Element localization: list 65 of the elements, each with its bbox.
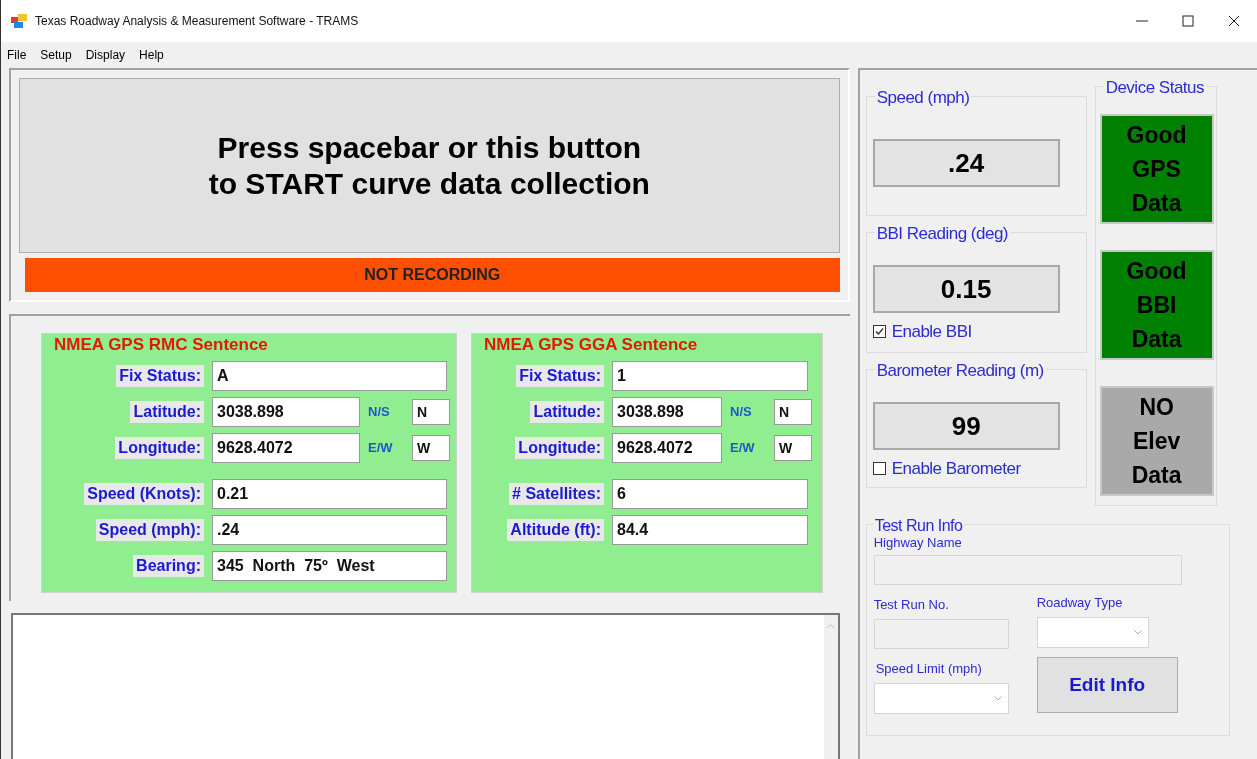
menu-item[interactable]: File xyxy=(7,46,27,64)
reading-value: 0.15 xyxy=(872,265,1060,313)
input-field[interactable]: A xyxy=(212,361,447,391)
close-icon[interactable] xyxy=(1228,15,1240,27)
input-field[interactable]: W xyxy=(412,435,450,461)
recording-status-bar: NOT RECORDING xyxy=(25,258,840,292)
input-field[interactable]: 0.21 xyxy=(212,479,447,509)
field-label: Fix Status: xyxy=(116,365,204,387)
input-field[interactable]: 9628.4072 xyxy=(212,433,360,463)
field-label: # Satellites: xyxy=(509,483,604,505)
field-label: Latitude: xyxy=(130,401,204,423)
status-tile: Good GPS Data xyxy=(1099,114,1214,224)
checkbox-label: Enable BBI xyxy=(891,321,972,343)
menu-item[interactable]: Display xyxy=(85,46,126,64)
field-label: Highway Name xyxy=(873,535,963,551)
field-label: Fix Status: xyxy=(516,365,604,387)
start-button[interactable]: Press spacebar or this button to START curve data collection xyxy=(19,78,840,254)
field-label: E/W xyxy=(368,439,394,458)
edit-info-button[interactable]: Edit Info xyxy=(1036,657,1178,713)
checkbox[interactable] xyxy=(872,325,886,339)
input-field[interactable]: 3038.898 xyxy=(212,397,360,427)
field-label: Longitude: xyxy=(115,437,204,459)
input-field[interactable] xyxy=(873,619,1009,649)
input-field[interactable]: .24 xyxy=(212,515,447,545)
input-field[interactable]: W xyxy=(774,435,812,461)
scroll-up-icon[interactable] xyxy=(826,623,836,629)
field-label: Latitude: xyxy=(530,401,604,423)
field-label: Speed Limit (mph) xyxy=(875,661,983,677)
input-field[interactable]: 1 xyxy=(612,361,808,391)
reading-value: .24 xyxy=(872,139,1060,187)
field-label: N/S xyxy=(368,403,391,422)
chevron-down-icon[interactable] xyxy=(993,696,1002,701)
dropdown[interactable] xyxy=(873,683,1009,714)
dropdown[interactable] xyxy=(1036,617,1149,648)
chevron-down-icon[interactable] xyxy=(1133,630,1142,635)
group-title: NMEA GPS GGA Sentence xyxy=(484,335,699,355)
input-field[interactable]: 9628.4072 xyxy=(612,433,722,463)
status-tile: NO Elev Data xyxy=(1099,386,1214,496)
scrollbar[interactable] xyxy=(823,615,838,759)
input-field[interactable] xyxy=(873,555,1182,585)
field-label: N/S xyxy=(730,403,753,422)
field-label: E/W xyxy=(730,439,756,458)
menu-item[interactable]: Help xyxy=(139,46,164,64)
status-tile: Good BBI Data xyxy=(1099,250,1214,360)
input-field[interactable]: 6 xyxy=(612,479,808,509)
input-field[interactable]: 345 North 75º West xyxy=(212,551,447,581)
input-field[interactable]: N xyxy=(412,399,450,425)
group-title: NMEA GPS RMC Sentence xyxy=(54,335,269,355)
field-label: Longitude: xyxy=(515,437,604,459)
reading-value: 99 xyxy=(872,402,1060,450)
input-field[interactable]: 3038.898 xyxy=(612,397,722,427)
app-icon xyxy=(11,14,27,28)
field-label: Test Run No. xyxy=(873,597,950,613)
input-field[interactable]: 84.4 xyxy=(612,515,808,545)
input-field[interactable]: N xyxy=(774,399,812,425)
menu-item[interactable]: Setup xyxy=(40,46,72,64)
field-label: Bearing: xyxy=(133,555,204,577)
field-label: Speed (Knots): xyxy=(84,483,204,505)
checkbox[interactable] xyxy=(872,462,886,476)
maximize-icon[interactable] xyxy=(1182,15,1194,27)
field-label: Roadway Type xyxy=(1036,595,1124,611)
field-label: Speed (mph): xyxy=(95,519,204,541)
window-title: Texas Roadway Analysis & Measurement Software - TRAMS xyxy=(35,13,359,30)
field-label: Altitude (ft): xyxy=(507,519,604,541)
checkbox-label: Enable Barometer xyxy=(891,458,1021,480)
